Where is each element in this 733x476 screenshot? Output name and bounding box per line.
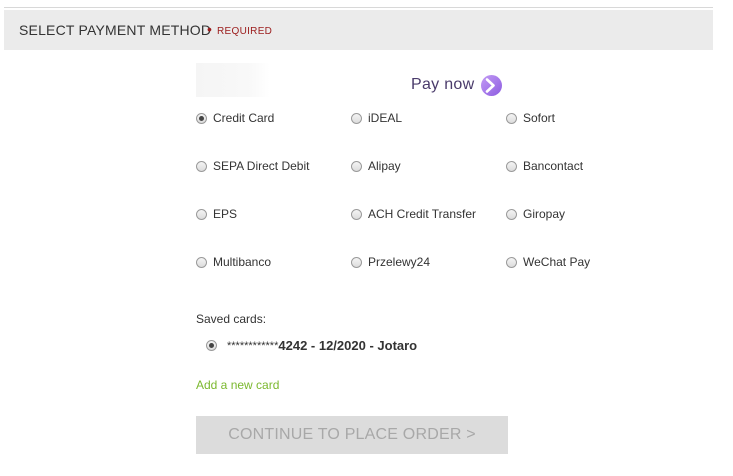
pay-now-badge: Pay now xyxy=(411,74,503,96)
method-label: Giropay xyxy=(523,207,566,221)
saved-card-item[interactable]: ************ 4242 - 12/2020 - Jotaro xyxy=(206,338,417,353)
method-label: SEPA Direct Debit xyxy=(213,159,310,173)
method-label: Bancontact xyxy=(523,159,584,173)
radio-ideal[interactable] xyxy=(351,112,362,124)
method-label: Sofort xyxy=(523,111,556,125)
radio-alipay[interactable] xyxy=(351,160,362,172)
method-label: ACH Credit Transfer xyxy=(368,207,477,221)
radio-saved-card[interactable] xyxy=(206,340,217,351)
saved-card-mask: ************ xyxy=(227,339,279,352)
saved-cards-label: Saved cards: xyxy=(196,312,267,326)
radio-sofort[interactable] xyxy=(506,112,517,124)
radio-sepa-direct-debit[interactable] xyxy=(196,160,207,172)
pay-now-text: Pay now xyxy=(411,76,475,93)
method-label: iDEAL xyxy=(368,111,403,125)
method-label: Multibanco xyxy=(213,255,272,269)
radio-eps[interactable] xyxy=(196,208,207,220)
method-eps[interactable]: EPS xyxy=(196,207,237,221)
method-przelewy24[interactable]: Przelewy24 xyxy=(351,255,430,269)
method-label: Przelewy24 xyxy=(368,255,431,269)
radio-multibanco[interactable] xyxy=(196,256,207,268)
radio-ach-credit-transfer[interactable] xyxy=(351,208,362,220)
section-title: SELECT PAYMENT METHOD xyxy=(19,22,212,38)
method-ach-credit-transfer[interactable]: ACH Credit Transfer xyxy=(351,207,476,221)
method-giropay[interactable]: Giropay xyxy=(506,207,565,221)
method-bancontact[interactable]: Bancontact xyxy=(506,159,583,173)
section-header: SELECT PAYMENT METHOD • REQUIRED xyxy=(4,10,713,50)
saved-card-detail: 4242 - 12/2020 - Jotaro xyxy=(278,338,418,353)
chevron-right-circle-icon xyxy=(481,74,503,96)
method-wechat-pay[interactable]: WeChat Pay xyxy=(506,255,590,269)
method-alipay[interactable]: Alipay xyxy=(351,159,401,173)
radio-credit-card[interactable] xyxy=(196,112,207,124)
method-sepa-direct-debit[interactable]: SEPA Direct Debit xyxy=(196,159,309,173)
method-label: EPS xyxy=(213,207,238,221)
method-credit-card[interactable]: Credit Card xyxy=(196,111,274,125)
continue-to-place-order-button[interactable]: CONTINUE TO PLACE ORDER > xyxy=(196,416,508,454)
required-dot: • xyxy=(207,21,212,37)
radio-giropay[interactable] xyxy=(506,208,517,220)
add-new-card-link[interactable]: Add a new card xyxy=(196,378,279,392)
radio-bancontact[interactable] xyxy=(506,160,517,172)
method-sofort[interactable]: Sofort xyxy=(506,111,555,125)
radio-przelewy24[interactable] xyxy=(351,256,362,268)
radio-wechat-pay[interactable] xyxy=(506,256,517,268)
top-divider xyxy=(4,7,713,8)
method-label: WeChat Pay xyxy=(523,255,591,269)
method-label: Credit Card xyxy=(213,111,275,125)
method-ideal[interactable]: iDEAL xyxy=(351,111,402,125)
required-label: REQUIRED xyxy=(217,26,273,37)
provider-logo xyxy=(196,63,270,97)
method-label: Alipay xyxy=(368,159,401,173)
payment-method-page: SELECT PAYMENT METHOD • REQUIRED Pay now… xyxy=(0,0,733,476)
method-multibanco[interactable]: Multibanco xyxy=(196,255,271,269)
